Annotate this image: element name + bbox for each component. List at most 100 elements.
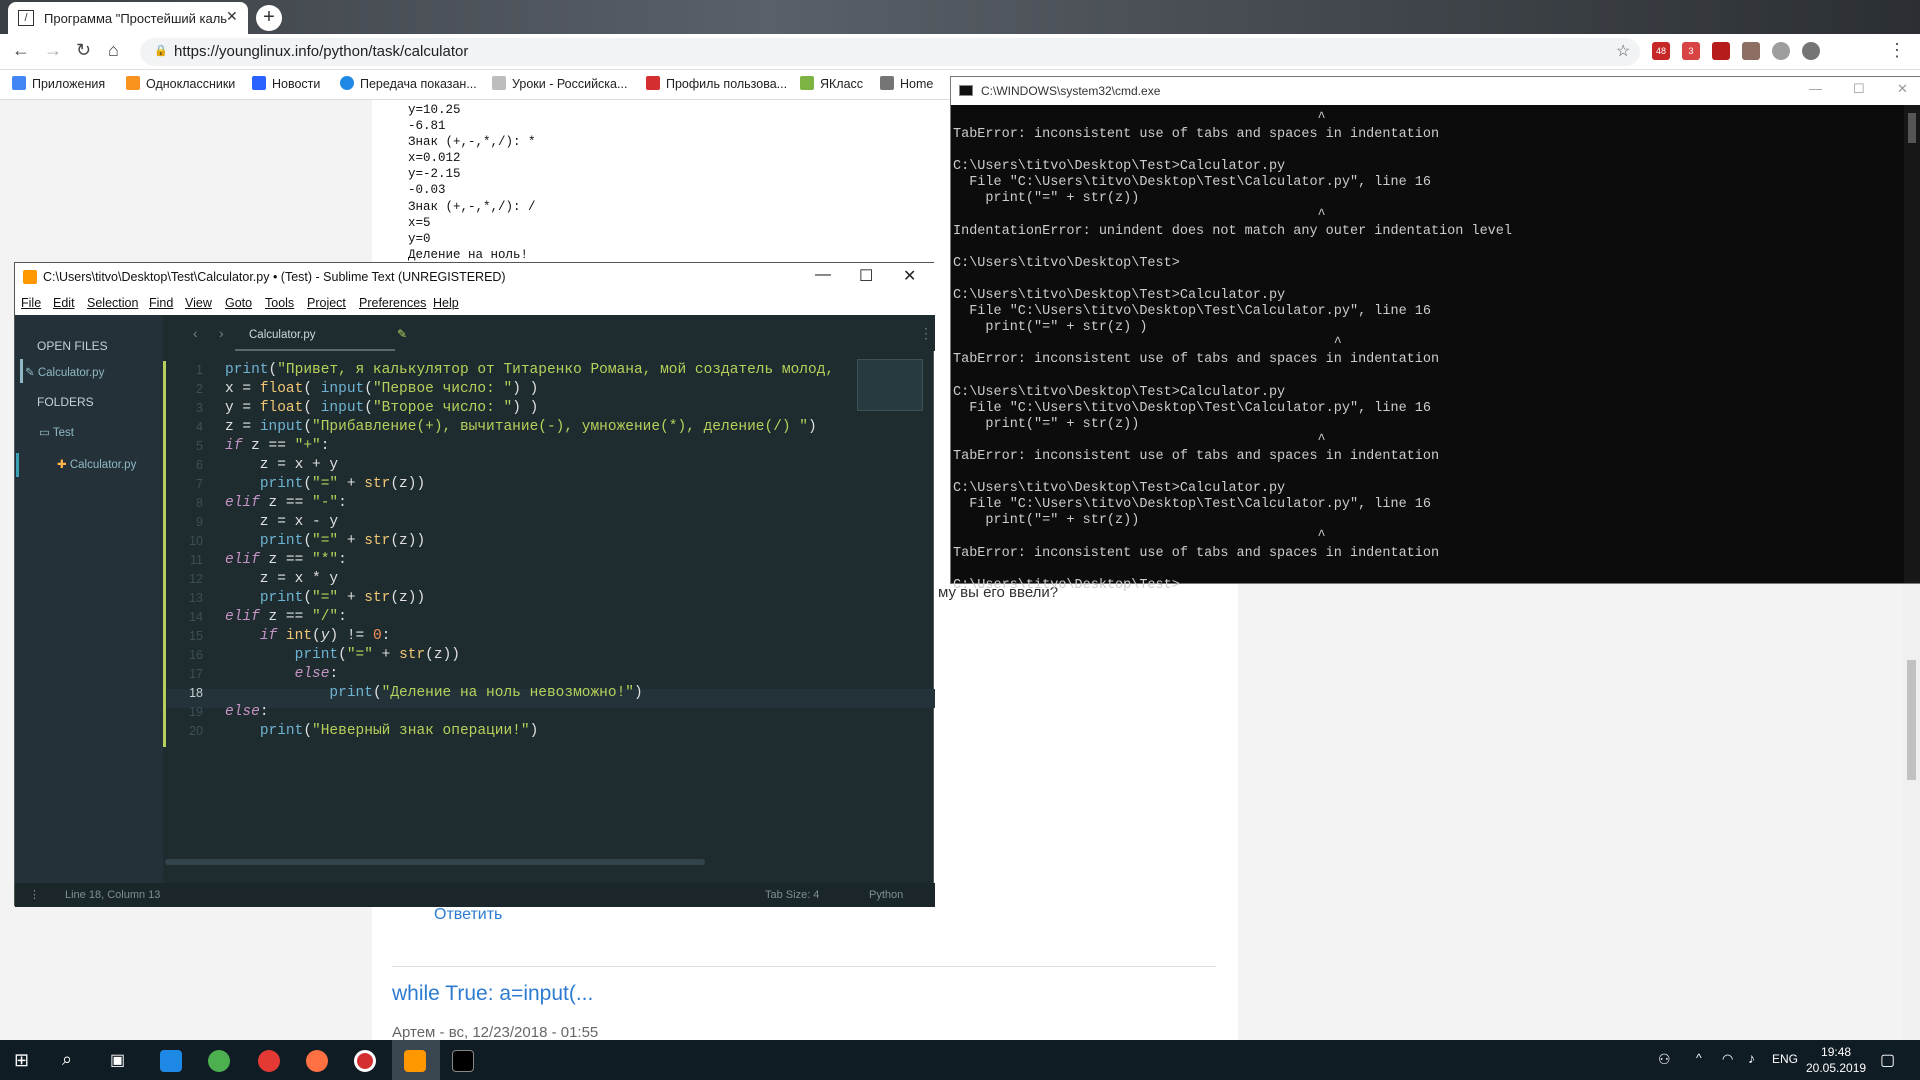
menu-view[interactable]: View — [185, 296, 212, 310]
volume-icon[interactable]: ♪ — [1748, 1050, 1755, 1066]
sublime-menubar: File Edit Selection Find View Goto Tools… — [15, 291, 935, 315]
cmd-taskbar-icon[interactable] — [452, 1050, 474, 1072]
menu-dots-icon[interactable]: ⋮ — [1888, 40, 1906, 61]
line-number: 3 — [196, 401, 203, 415]
code-line: x = float( input("Первое число: ") ) — [225, 381, 539, 397]
wifi-icon[interactable]: ◠ — [1722, 1051, 1733, 1067]
cmd-titlebar[interactable]: C:\WINDOWS\system32\cmd.exe — [951, 77, 1920, 105]
folders-heading: FOLDERS — [37, 395, 94, 409]
bookmark-label: ЯКласс — [820, 77, 864, 91]
comment-title-link[interactable]: while True: a=input(... — [392, 982, 593, 1006]
flash-extension-icon[interactable] — [1712, 42, 1730, 60]
windows-start-icon[interactable]: ⊞ — [14, 1050, 29, 1071]
sublime-taskbar-icon[interactable] — [404, 1050, 426, 1072]
close-icon[interactable]: ✕ — [1897, 81, 1908, 97]
sublime-title: C:\Users\titvo\Desktop\Test\Calculator.p… — [43, 270, 506, 284]
bookmark-lessons[interactable]: Уроки - Российска... — [492, 76, 627, 91]
menu-preferences[interactable]: Preferences — [359, 296, 426, 310]
close-icon[interactable]: ✕ — [903, 266, 916, 286]
bookmark-label: Приложения — [32, 77, 106, 91]
cmd-scrollbar[interactable] — [1904, 105, 1920, 583]
minimize-icon[interactable]: — — [815, 266, 831, 284]
bookmark-news[interactable]: Новости — [252, 76, 320, 91]
cmd-title: C:\WINDOWS\system32\cmd.exe — [981, 84, 1161, 98]
extension-icon[interactable] — [1742, 42, 1760, 60]
code-line: elif z == "-": — [225, 495, 347, 511]
firefox-icon[interactable] — [306, 1050, 328, 1072]
mail-extension-icon[interactable]: 48 — [1652, 42, 1670, 60]
more-icon[interactable]: ⋮ — [919, 325, 933, 342]
bookmark-home[interactable]: Home — [880, 76, 933, 91]
chevron-left-icon[interactable]: ‹ — [193, 325, 198, 341]
code-line: print("=" + str(z)) — [259, 590, 426, 606]
open-file-item[interactable]: ✎ Calculator.py — [25, 365, 104, 379]
recorder-icon[interactable] — [354, 1050, 376, 1072]
menu-file[interactable]: File — [21, 296, 41, 310]
edge-icon[interactable] — [160, 1050, 182, 1072]
bookmark-apps[interactable]: Приложения — [12, 76, 105, 91]
menu-project[interactable]: Project — [307, 296, 346, 310]
chevron-up-icon[interactable]: ^ — [1696, 1051, 1702, 1065]
tab-calculator-py[interactable]: Calculator.py — [235, 321, 395, 351]
close-tab-icon[interactable]: ✕ — [226, 8, 238, 25]
reload-icon[interactable]: ↻ — [76, 40, 91, 61]
extension-icon[interactable]: 3 — [1682, 42, 1700, 60]
clock[interactable]: 19:48 20.05.2019 — [1806, 1044, 1866, 1076]
task-view-icon[interactable]: ▣ — [110, 1050, 125, 1070]
bookmark-readings[interactable]: Передача показан... — [340, 76, 477, 91]
language-indicator[interactable]: ENG — [1772, 1052, 1798, 1066]
home-icon[interactable]: ⌂ — [108, 40, 119, 61]
search-icon[interactable]: ⌕ — [62, 1049, 72, 1070]
panel-toggle-icon[interactable]: ⋮ — [29, 888, 40, 901]
meter-icon — [340, 76, 354, 90]
maximize-icon[interactable]: ☐ — [859, 266, 873, 286]
minimize-icon[interactable]: — — [1809, 81, 1822, 96]
globe-extension-icon[interactable] — [1802, 42, 1820, 60]
cursor-position[interactable]: Line 18, Column 13 — [65, 889, 160, 901]
people-icon[interactable]: ⚇ — [1658, 1051, 1671, 1068]
active-file-marker — [20, 359, 23, 383]
lock-icon: 🔒 — [154, 45, 168, 57]
menu-help[interactable]: Help — [433, 296, 459, 310]
line-number: 11 — [190, 553, 203, 567]
sublime-titlebar[interactable]: C:\Users\titvo\Desktop\Test\Calculator.p… — [15, 263, 935, 291]
code-line: print("Неверный знак операции!") — [259, 723, 539, 739]
tab-size[interactable]: Tab Size: 4 — [765, 889, 819, 901]
address-bar[interactable]: 🔒 https://younglinux.info/python/task/ca… — [140, 38, 1640, 66]
folder-file-item[interactable]: ✚ Calculator.py — [57, 457, 136, 471]
code-line: elif z == "*": — [225, 552, 347, 568]
cmd-output[interactable]: ^ TabError: inconsistent use of tabs and… — [953, 111, 1512, 594]
code-line: else: — [225, 704, 269, 720]
bookmark-yaklass[interactable]: ЯКласс — [800, 76, 863, 91]
bookmark-star-icon[interactable]: ☆ — [1616, 41, 1630, 61]
line-number: 4 — [196, 420, 203, 434]
line-number: 9 — [196, 515, 203, 529]
code-editor[interactable]: print("Привет, я калькулятор от Титаренк… — [225, 361, 843, 741]
bookmark-profile[interactable]: Профиль пользова... — [646, 76, 787, 91]
new-tab-button[interactable]: + — [256, 5, 282, 31]
opera-icon[interactable] — [258, 1050, 280, 1072]
back-icon[interactable]: ← — [12, 40, 30, 61]
maximize-icon[interactable]: ☐ — [1853, 81, 1865, 97]
notifications-icon[interactable]: ▢ — [1880, 1050, 1895, 1070]
tab-calculator[interactable]: Программа "Простейший каль — [8, 2, 248, 34]
menu-goto[interactable]: Goto — [225, 296, 252, 310]
syntax-language[interactable]: Python — [869, 889, 903, 901]
shield-extension-icon[interactable] — [1772, 42, 1790, 60]
menu-find[interactable]: Find — [149, 296, 173, 310]
horizontal-scrollbar[interactable] — [165, 859, 705, 865]
scrollbar-thumb[interactable] — [1908, 113, 1916, 143]
code-line: if z == "+": — [225, 438, 330, 454]
forward-icon[interactable]: → — [44, 40, 62, 61]
line-number: 1 — [196, 363, 203, 377]
folder-item[interactable]: ▭ Test — [39, 425, 74, 439]
chevron-right-icon[interactable]: › — [219, 325, 224, 341]
reply-link[interactable]: Ответить — [434, 906, 502, 924]
minimap[interactable] — [857, 359, 923, 411]
menu-tools[interactable]: Tools — [265, 296, 294, 310]
scrollbar-thumb[interactable] — [1907, 660, 1916, 780]
menu-edit[interactable]: Edit — [53, 296, 75, 310]
menu-selection[interactable]: Selection — [87, 296, 138, 310]
chrome-icon[interactable] — [208, 1050, 230, 1072]
bookmark-odnoklassniki[interactable]: Одноклассники — [126, 76, 235, 91]
